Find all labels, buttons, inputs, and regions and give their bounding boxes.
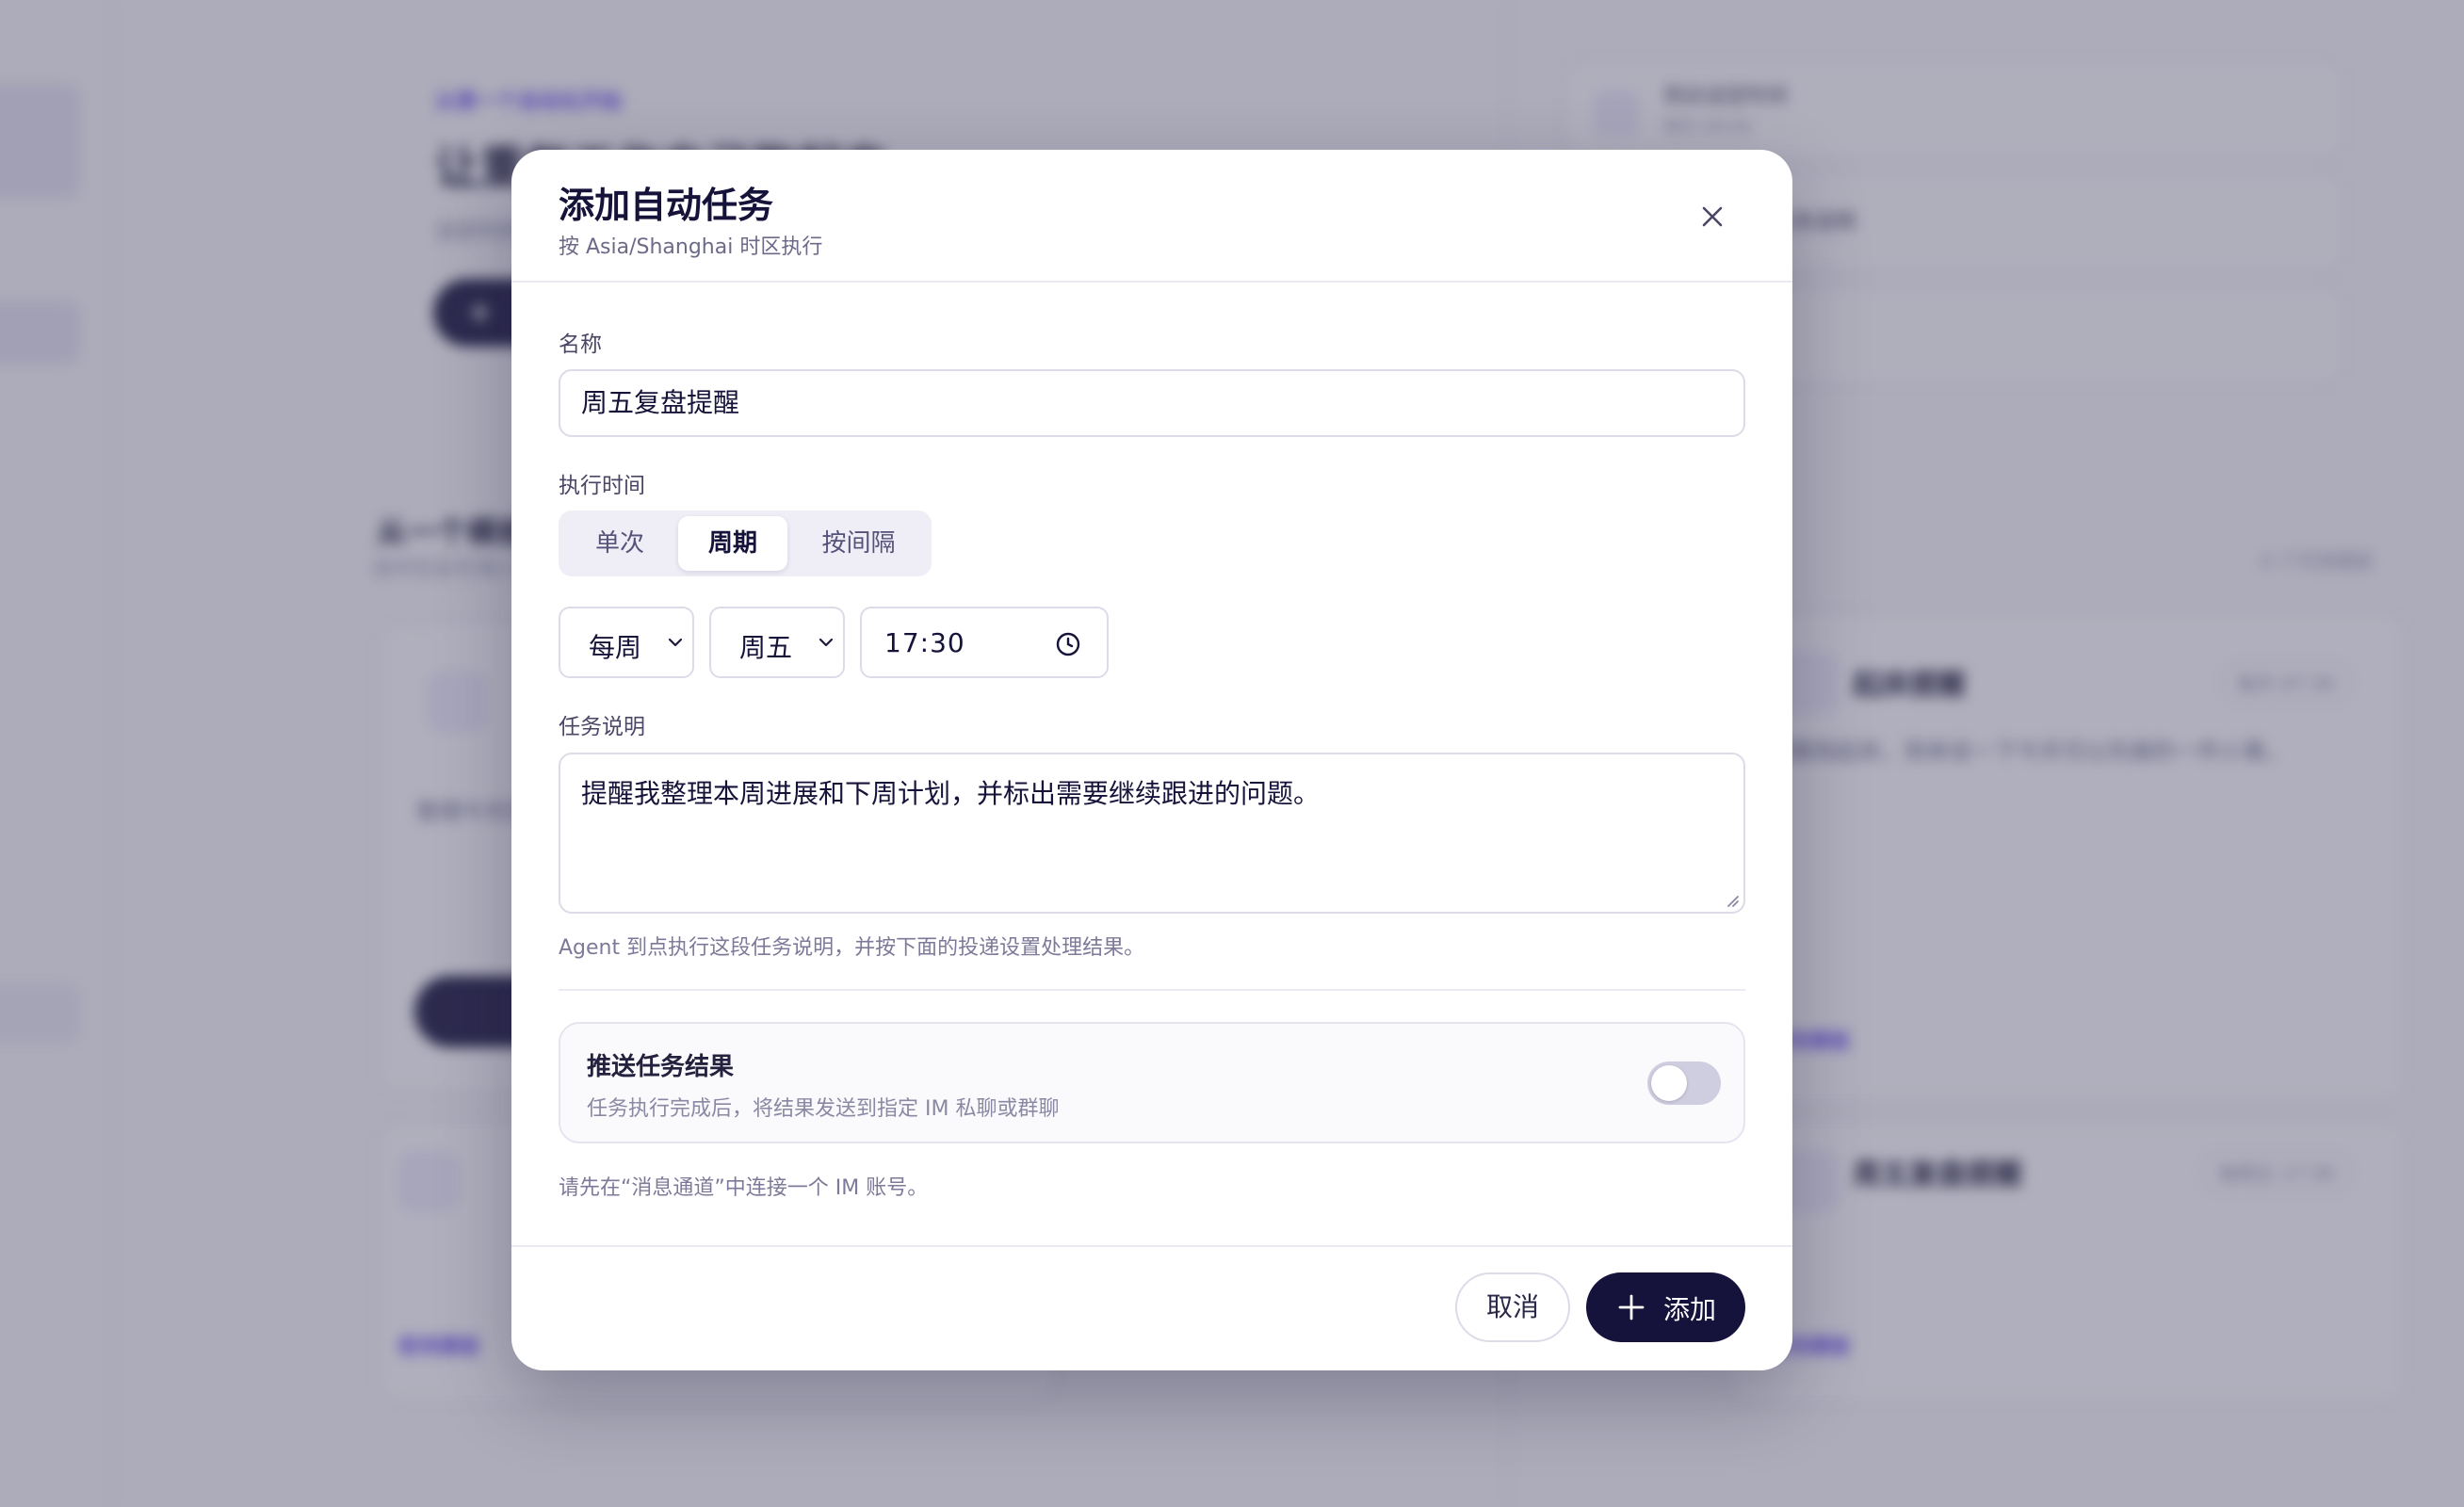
description-text: 提醒我整理本周进展和下周计划，并标出需要继续跟进的问题。 [581,778,1321,809]
plus-icon [1618,1294,1645,1321]
description-hint: Agent 到点执行这段任务说明，并按下面的投递设置处理结果。 [559,936,1145,960]
weekday-value: 周五 [739,632,793,663]
resize-handle-icon[interactable] [1723,891,1740,908]
tab-once[interactable]: 单次 [564,516,675,571]
name-input[interactable]: 周五复盘提醒 [559,369,1745,437]
add-button-label: 添加 [1663,1294,1717,1325]
description-textarea[interactable]: 提醒我整理本周进展和下周计划，并标出需要继续跟进的问题。 [559,753,1745,914]
push-subtitle: 任务执行完成后，将结果发送到指定 IM 私聊或群聊 [587,1097,1060,1121]
push-results-toggle[interactable] [1647,1061,1721,1105]
dialog-header: 添加自动任务 按 Asia/Shanghai 时区执行 [511,150,1792,283]
frequency-value: 每周 [589,632,642,663]
time-value: 17:30 [884,627,965,658]
clock-icon[interactable] [1055,631,1081,657]
tab-interval[interactable]: 按间隔 [791,516,926,571]
name-label: 名称 [559,332,602,357]
add-button[interactable]: 添加 [1586,1272,1745,1342]
close-button[interactable] [1689,193,1736,240]
dialog-subtitle: 按 Asia/Shanghai 时区执行 [559,235,823,259]
chevron-down-icon [819,638,834,647]
push-results-card: 推送任务结果 任务执行完成后，将结果发送到指定 IM 私聊或群聊 [559,1022,1745,1143]
add-task-dialog: 添加自动任务 按 Asia/Shanghai 时区执行 名称 周五复盘提醒 执行… [511,150,1792,1370]
schedule-type-tabs: 单次 周期 按间隔 [559,510,932,576]
schedule-label: 执行时间 [559,474,645,498]
weekday-select[interactable]: 周五 [709,607,845,678]
dialog-title: 添加自动任务 [559,185,774,226]
chevron-down-icon [668,638,683,647]
close-icon [1702,206,1723,227]
app-page: 从第一个自动化开始 让重复工作自己跑起来 设定时间和任务说明，Agent 会按时… [0,0,2464,1507]
cancel-button[interactable]: 取消 [1455,1272,1570,1342]
frequency-select[interactable]: 每周 [559,607,694,678]
time-input[interactable]: 17:30 [860,607,1109,678]
description-label: 任务说明 [559,715,645,739]
tab-recurring[interactable]: 周期 [678,516,787,571]
section-divider [559,989,1745,991]
push-title: 推送任务结果 [587,1053,735,1081]
im-connect-hint: 请先在“消息通道”中连接一个 IM 账号。 [559,1176,929,1200]
toggle-knob [1651,1065,1687,1101]
